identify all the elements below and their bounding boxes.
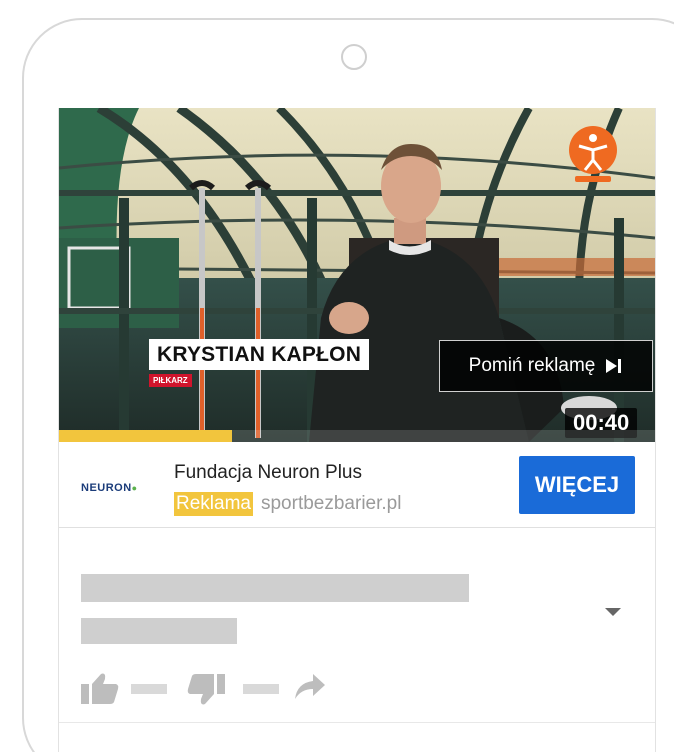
- channel-logo-icon: [569, 126, 617, 182]
- advertiser-logo-text: NEURON: [81, 482, 132, 494]
- skip-next-icon: [606, 359, 622, 373]
- phone-screen: KRYSTIAN KAPŁON PIŁKARZ Pomiń reklamę 00…: [58, 108, 656, 752]
- share-arrow-icon[interactable]: [295, 674, 325, 700]
- page: KRYSTIAN KAPŁON PIŁKARZ Pomiń reklamę 00…: [0, 0, 674, 752]
- ad-progress-fill: [59, 430, 232, 442]
- advertiser-logo: NEURON●: [81, 482, 138, 494]
- phone-camera: [341, 44, 367, 70]
- thumbs-up-icon[interactable]: [81, 672, 119, 704]
- video-player[interactable]: KRYSTIAN KAPŁON PIŁKARZ Pomiń reklamę 00…: [59, 108, 655, 442]
- bottom-divider: [59, 722, 655, 723]
- ad-domain[interactable]: sportbezbarier.pl: [261, 493, 401, 515]
- advertiser-logo-dot-icon: ●: [131, 483, 138, 493]
- ad-info-bar[interactable]: NEURON● Fundacja Neuron Plus Reklama spo…: [59, 442, 655, 528]
- ad-meta: Reklama sportbezbarier.pl: [174, 492, 401, 516]
- advertiser-name: Fundacja Neuron Plus: [174, 462, 362, 483]
- like-count-placeholder: [131, 684, 167, 694]
- title-placeholder-line-1: [81, 574, 469, 602]
- skip-ad-button[interactable]: Pomiń reklamę: [439, 340, 653, 392]
- more-button[interactable]: WIĘCEJ: [519, 456, 635, 514]
- lower-third: KRYSTIAN KAPŁON PIŁKARZ: [149, 339, 370, 388]
- thumbs-down-icon[interactable]: [187, 674, 225, 706]
- skip-ad-label: Pomiń reklamę: [468, 355, 596, 376]
- chevron-down-icon[interactable]: [605, 608, 621, 616]
- dislike-count-placeholder: [243, 684, 279, 694]
- person-role: PIŁKARZ: [149, 374, 192, 387]
- ad-progress-bar[interactable]: [59, 430, 655, 442]
- ad-label-badge: Reklama: [174, 492, 253, 516]
- person-name: KRYSTIAN KAPŁON: [149, 339, 370, 370]
- title-placeholder-line-2: [81, 618, 237, 644]
